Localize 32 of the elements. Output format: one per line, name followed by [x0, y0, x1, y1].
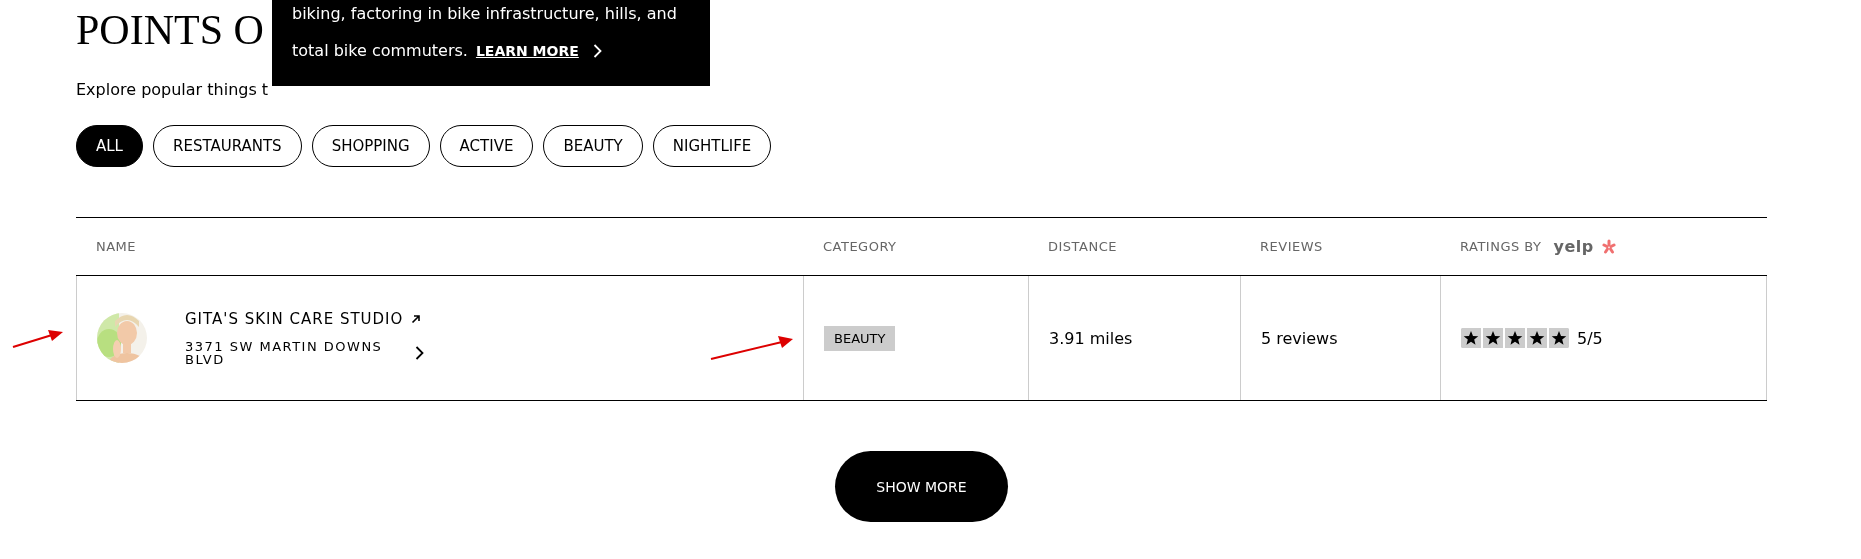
column-header: NAME	[95, 239, 138, 254]
place-address: 3371 SW MARTIN DOWNS BLVD	[185, 340, 384, 366]
distance-text: 3.91 miles	[1049, 328, 1133, 348]
section-subtitle: Explore popular things t	[76, 80, 270, 100]
column-header: REVIEWS	[1259, 239, 1324, 254]
star-icon	[1505, 328, 1527, 348]
tooltip-text: total bike commuters.	[292, 41, 468, 60]
rating-text: 5/5	[1577, 328, 1603, 348]
show-more-button[interactable]: SHOW MORE	[835, 451, 1008, 522]
learn-more-link[interactable]: LEARN MORE	[475, 42, 579, 59]
chevron-right-icon	[592, 43, 602, 58]
filter-tab[interactable]: SHOPPING	[311, 125, 430, 167]
filter-tab[interactable]: RESTAURANTS	[153, 125, 302, 167]
yelp-logo: yelp	[1553, 237, 1594, 256]
column-header: RATINGS BY	[1460, 239, 1542, 254]
reviews-text: 5 reviews	[1261, 328, 1338, 348]
place-name-link[interactable]: GITA'S SKIN CARE STUDIO	[185, 310, 404, 328]
column-header: DISTANCE	[1047, 239, 1118, 254]
filter-tab[interactable]: NIGHTLIFE	[652, 125, 772, 167]
filter-tab[interactable]: ALL	[76, 125, 143, 167]
chevron-right-icon[interactable]	[415, 346, 424, 360]
category-tag: BEAUTY	[824, 325, 896, 351]
annotation-arrow	[12, 329, 64, 349]
column-header: CATEGORY	[822, 239, 898, 254]
filter-tab[interactable]: BEAUTY	[543, 125, 643, 167]
star-icon	[1527, 328, 1549, 348]
arrow-up-right-icon	[411, 314, 422, 324]
star-icon	[1483, 328, 1505, 348]
filter-tab[interactable]: ACTIVE	[439, 125, 534, 167]
burst-icon	[1601, 238, 1616, 255]
section-heading: POINTS O	[76, 6, 264, 54]
tooltip-text: biking, factoring in bike infrastructure, hills, and	[292, 4, 678, 23]
